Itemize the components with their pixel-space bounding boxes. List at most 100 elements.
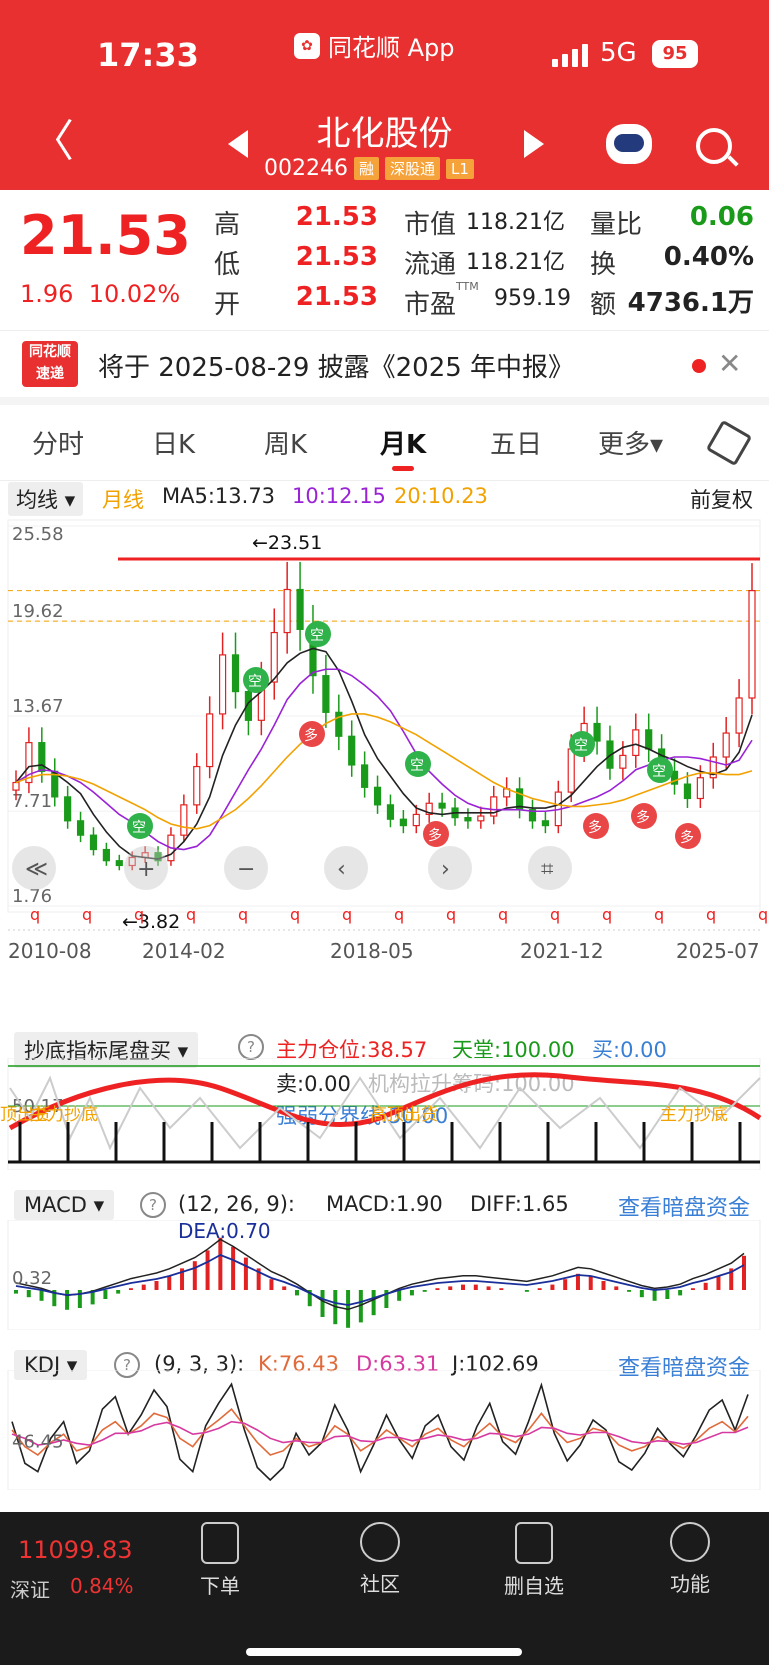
q-marker: q (30, 905, 40, 924)
nav-community[interactable]: 社区 (330, 1522, 430, 1597)
tab-intraday[interactable]: 分时 (32, 424, 84, 461)
q-marker: q (758, 905, 768, 924)
status-time: 17:33 (97, 36, 199, 74)
y-tick-label: 13.67 (12, 696, 64, 717)
q-marker: q (550, 905, 560, 924)
chart-control-button (324, 846, 368, 890)
quote-panel: 21.53 1.96 10.02% 高 21.53 低 21.53 开 21.5… (0, 190, 769, 326)
candle-body (632, 729, 640, 757)
stock-code: 002246 (264, 156, 348, 181)
chart-settings-icon[interactable] (705, 419, 753, 467)
candle-body (64, 796, 72, 822)
diff-line (15, 1238, 745, 1311)
index-name: 深证 (10, 1578, 50, 1602)
notice-logo-line2: 速递 (36, 366, 64, 382)
search-icon[interactable] (696, 128, 732, 164)
macd-selector[interactable]: MACD ▾ (14, 1190, 115, 1220)
pe-value: 959.19 (494, 286, 571, 311)
diff-value: DIFF:1.65 (470, 1192, 569, 1216)
unread-dot (692, 359, 706, 373)
high-value: 21.53 (295, 202, 378, 232)
low-value: 21.53 (295, 242, 378, 272)
q-marker: q (134, 905, 144, 924)
tag-connect: 深股通 (385, 157, 441, 180)
close-icon[interactable]: ✕ (718, 347, 741, 380)
x-tick-label: 2010-08 (8, 939, 92, 963)
app-name: 同花顺 App (328, 34, 455, 62)
tag-margin: 融 (353, 157, 379, 180)
change-percent: 10.02% (88, 280, 181, 308)
chart-control-button (428, 846, 472, 890)
chart-control-icon: ⌗ (541, 857, 553, 882)
candle-body (348, 735, 356, 766)
indicator1-help-icon[interactable]: ? (238, 1034, 264, 1060)
adjust-mode[interactable]: 前复权 (690, 484, 753, 514)
ma10-value: 10:12.15 (292, 484, 386, 508)
short-signal-text: 空 (410, 758, 424, 774)
x-tick-label: 2014-02 (142, 939, 226, 963)
nav-order[interactable]: 下单 (170, 1522, 270, 1599)
notice-bar[interactable]: 同花顺 速递 将于 2025-08-29 披露《2025 年中报》 ✕ (0, 330, 769, 405)
candle-body (722, 732, 730, 758)
j-line (11, 1382, 749, 1482)
tab-more[interactable]: 更多▾ (598, 424, 663, 461)
short-signal-text: 空 (132, 820, 146, 836)
menu-icon (670, 1522, 710, 1562)
low-label: 低 (214, 250, 241, 280)
candle-body (748, 590, 756, 699)
index-value[interactable]: 11099.83 (18, 1536, 133, 1564)
nav-functions[interactable]: 功能 (640, 1522, 740, 1597)
short-signal-text: 空 (248, 674, 262, 690)
nav-community-label: 社区 (360, 1572, 400, 1596)
chart-control-icon: + (137, 857, 155, 882)
long-signal-text: 多 (636, 809, 650, 826)
candle-body (645, 729, 653, 750)
candle-body (231, 654, 240, 693)
nav-remove-watch[interactable]: 删自选 (484, 1522, 584, 1599)
candle-body (12, 781, 20, 791)
q-marker: q (706, 905, 716, 924)
low-annotation: ←3.82 (122, 911, 180, 933)
dea-value: DEA:0.70 (178, 1220, 271, 1243)
nav-functions-label: 功能 (670, 1572, 710, 1596)
stock-code-row: 002246 融 深股通 L1 (264, 156, 474, 181)
mcap-value: 118.21亿 (466, 210, 565, 235)
q-marker: q (290, 905, 300, 924)
source-app[interactable]: ✿ 同花顺 App (294, 28, 455, 63)
community-star-icon (360, 1522, 400, 1562)
short-signal-text: 空 (574, 738, 588, 754)
x-tick-label: 2018-05 (330, 939, 414, 963)
candle-body (180, 804, 188, 836)
q-marker: q (238, 905, 248, 924)
chart-control-icon: − (237, 857, 255, 882)
candle-body (322, 675, 330, 713)
price-change: 1.96 10.02% (20, 280, 180, 308)
tab-monthly[interactable]: 月K (380, 424, 426, 471)
robot-assistant-icon[interactable] (606, 124, 652, 164)
candle-body (296, 588, 304, 630)
macd-params: (12, 26, 9): (178, 1192, 295, 1216)
notice-logo-line1: 同花顺 (29, 344, 71, 360)
signal-icon (552, 44, 588, 67)
macd-help-icon[interactable]: ? (140, 1192, 166, 1218)
amount-value: 4736.1万 (627, 288, 754, 318)
macd-darkpool-link[interactable]: 查看暗盘资金 (618, 1190, 750, 1222)
candle-body (464, 817, 472, 822)
nav-order-label: 下单 (200, 1574, 240, 1598)
candle-body (283, 588, 291, 634)
kline-chart[interactable]: 25.5819.6213.677.711.76←23.51←3.82空空空空空空… (0, 516, 769, 1016)
pe-label: 市盈 (404, 290, 457, 320)
ma20-value: 20:10.23 (394, 484, 488, 508)
ma-legend-row: 均线 ▾ 月线 MA5:13.73 10:12.15 20:10.23 前复权 (0, 480, 769, 516)
tab-five-day[interactable]: 五日 (490, 424, 542, 461)
candle-body (619, 754, 627, 769)
tab-daily[interactable]: 日K (152, 424, 195, 461)
last-price: 21.53 (20, 204, 191, 267)
next-stock-button[interactable] (524, 130, 544, 158)
indicator-selector[interactable]: 均线 ▾ (8, 482, 84, 516)
tab-weekly[interactable]: 周K (264, 424, 307, 461)
macd-value: MACD:1.90 (326, 1192, 443, 1216)
pe-ttm-label: TTM (456, 280, 479, 293)
candle-body (567, 748, 575, 793)
candle-body (477, 815, 485, 822)
